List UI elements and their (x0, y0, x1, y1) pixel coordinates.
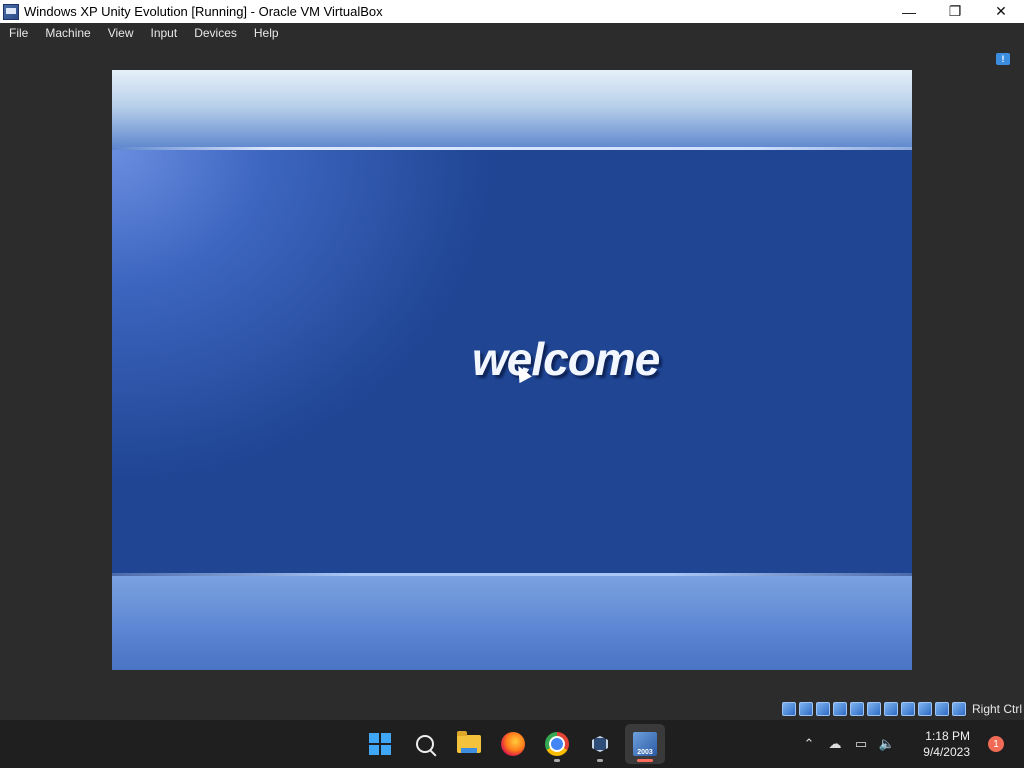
vm-bottom-band (112, 576, 912, 670)
firefox-icon (501, 732, 525, 756)
menu-input[interactable]: Input (142, 23, 186, 43)
welcome-text: welcome (472, 333, 660, 385)
window-titlebar[interactable]: Windows XP Unity Evolution [Running] - O… (0, 0, 1024, 23)
audio-icon[interactable] (815, 702, 830, 716)
vm-display[interactable]: welcome (112, 70, 912, 670)
network-icon[interactable]: ▭ (848, 734, 874, 754)
menu-machine[interactable]: Machine (36, 23, 98, 43)
shared-folders-icon[interactable] (866, 702, 881, 716)
chrome-icon (545, 732, 569, 756)
host-key-label: Right Ctrl (971, 702, 1022, 716)
start-button[interactable] (360, 724, 400, 764)
search-button[interactable] (405, 724, 445, 764)
virtualbox-app-icon (3, 3, 19, 20)
chevron-up-icon[interactable]: ⌃ (796, 734, 822, 754)
menu-view[interactable]: View (99, 23, 142, 43)
guest-additions-icon[interactable] (934, 702, 949, 716)
running-indicator (554, 759, 560, 762)
menu-help[interactable]: Help (245, 23, 287, 43)
close-button[interactable]: ✕ (978, 0, 1024, 23)
vm-window-button[interactable]: 2003 (625, 724, 665, 764)
clock[interactable]: 1:18 PM 9/4/2023 (900, 728, 976, 760)
network-icon[interactable] (832, 702, 847, 716)
vm-status-bar: Right Ctrl (781, 699, 1022, 719)
active-indicator (637, 759, 653, 762)
recording-icon[interactable] (900, 702, 915, 716)
windows-logo-icon (369, 733, 391, 755)
vm-top-band (112, 70, 912, 150)
menu-devices[interactable]: Devices (185, 23, 245, 43)
menu-file[interactable]: File (0, 23, 36, 43)
folder-icon (457, 731, 481, 753)
file-explorer-button[interactable] (449, 724, 489, 764)
system-tray: ⌃ ☁ ▭ 🔈 1:18 PM 9/4/2023 1 (796, 720, 1024, 768)
maximize-button[interactable]: ❐ (932, 0, 978, 23)
usb-icon[interactable] (849, 702, 864, 716)
search-icon (416, 735, 434, 753)
chrome-button[interactable] (537, 724, 577, 764)
vm-badge: 2003 (637, 749, 653, 756)
minimize-button[interactable]: — (886, 0, 932, 23)
firefox-button[interactable] (493, 724, 533, 764)
onedrive-offline-icon[interactable]: ☁ (822, 734, 848, 754)
running-indicator (597, 759, 603, 762)
optical-drive-icon[interactable] (798, 702, 813, 716)
keyboard-capture-icon[interactable] (951, 702, 966, 716)
hard-disk-icon[interactable] (781, 702, 796, 716)
virtualbox-icon (590, 733, 610, 755)
clock-time: 1:18 PM (925, 729, 970, 743)
notification-badge[interactable]: 1 (988, 736, 1004, 752)
virtualization-icon[interactable] (917, 702, 932, 716)
display-icon[interactable] (883, 702, 898, 716)
window-controls: — ❐ ✕ (886, 0, 1024, 23)
taskbar: 2003 ⌃ ☁ ▭ 🔈 1:18 PM 9/4/2023 1 (0, 720, 1024, 768)
clock-date: 9/4/2023 (923, 745, 970, 759)
virtualbox-manager-button[interactable] (580, 724, 620, 764)
volume-icon[interactable]: 🔈 (874, 734, 900, 754)
windows-server-vm-icon: 2003 (633, 732, 657, 756)
notification-center-icon[interactable]: ! (996, 53, 1010, 65)
window-title: Windows XP Unity Evolution [Running] - O… (24, 4, 383, 19)
menu-bar: File Machine View Input Devices Help (0, 23, 1024, 43)
